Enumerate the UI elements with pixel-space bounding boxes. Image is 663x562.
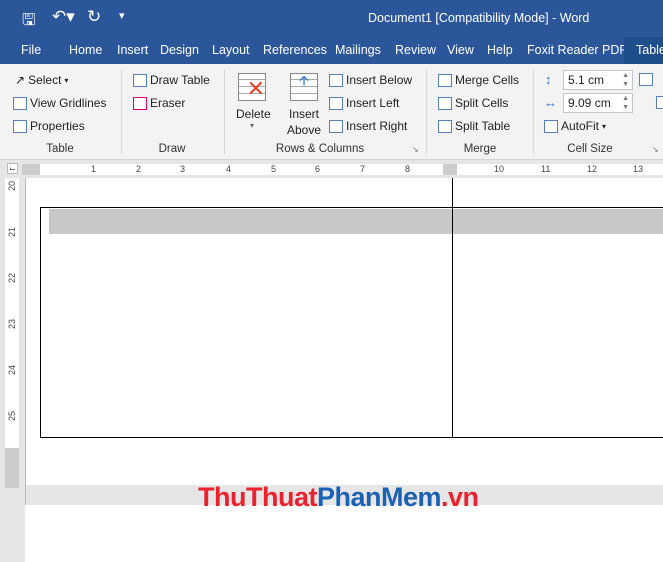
divider — [121, 70, 122, 154]
ruler-number: 5 — [271, 164, 277, 174]
tab-selector-icon[interactable]: ⌙ — [7, 163, 18, 174]
ruler-number: 1 — [91, 164, 97, 174]
vertical-ruler[interactable]: 20 21 22 23 24 25 — [5, 178, 19, 488]
column-width-input[interactable]: 9.09 cm ▲ ▼ — [563, 93, 633, 113]
group-draw-label: Draw — [158, 143, 186, 155]
ruler-number: 3 — [180, 164, 186, 174]
ruler-number: 20 — [7, 180, 18, 192]
tab-references[interactable]: References — [263, 43, 327, 57]
dialog-launcher-icon[interactable]: ↘ — [652, 145, 659, 154]
column-width-spinner[interactable]: ▲ ▼ — [622, 94, 629, 112]
group-cell-size-label: Cell Size — [567, 143, 613, 155]
ruler-number: 2 — [136, 164, 142, 174]
split-cells-icon — [438, 96, 452, 110]
gridlines-icon — [13, 96, 27, 110]
window-title: Document1 [Compatibility Mode] - Word — [368, 11, 590, 25]
draw-table-button[interactable]: Draw Table — [133, 73, 210, 87]
horizontal-ruler[interactable]: ⌙ 1 2 3 4 5 6 7 8 10 11 12 13 — [0, 160, 663, 178]
autofit-icon — [544, 119, 558, 133]
title-bar: 🖫 ↶▾ ↻ ▾ Document1 [Compatibility Mode] … — [0, 0, 663, 37]
tab-file[interactable]: File — [21, 43, 41, 57]
view-gridlines-button[interactable]: View Gridlines — [13, 96, 106, 110]
ruler-number: 22 — [7, 272, 18, 284]
row-height-icon: ↕ — [545, 72, 552, 87]
eraser-button[interactable]: Eraser — [133, 96, 185, 110]
ruler-margin-bottom — [5, 448, 19, 488]
split-table-button[interactable]: Split Table — [438, 119, 510, 133]
ruler-number: 6 — [315, 164, 321, 174]
save-icon[interactable]: 🖫 — [22, 9, 36, 36]
dialog-launcher-icon[interactable]: ↘ — [412, 145, 419, 154]
redo-icon[interactable]: ↻ — [87, 7, 101, 27]
insert-above-icon: 🡩 — [290, 73, 318, 101]
document-page[interactable] — [25, 178, 663, 485]
tab-table-layout[interactable]: Table — [624, 37, 663, 64]
insert-below-button[interactable]: Insert Below — [329, 73, 412, 87]
divider — [224, 70, 225, 154]
ruler-number: 8 — [405, 164, 411, 174]
divider — [426, 70, 427, 154]
tab-review[interactable]: Review — [395, 43, 436, 57]
tab-mailings[interactable]: Mailings — [335, 43, 381, 57]
merge-cells-button[interactable]: Merge Cells — [438, 73, 519, 87]
autofit-button[interactable]: AutoFit ▾ — [544, 119, 606, 133]
column-width-icon: ↔ — [544, 95, 557, 110]
insert-right-button[interactable]: Insert Right — [329, 119, 407, 133]
divider — [533, 70, 534, 154]
insert-below-icon — [329, 73, 343, 87]
insert-right-icon — [329, 119, 343, 133]
customize-qat-icon[interactable]: ▾ — [119, 9, 125, 22]
properties-icon — [13, 119, 27, 133]
insert-left-icon — [329, 96, 343, 110]
tab-help[interactable]: Help — [487, 43, 513, 57]
properties-button[interactable]: Properties — [13, 119, 85, 133]
watermark-logo: ThuThuatPhanMem.vn — [198, 482, 479, 512]
selected-row[interactable] — [49, 209, 663, 234]
ribbon: ↗ Select ▾ View Gridlines Properties Table… — [0, 64, 663, 160]
ruler-number: 10 — [494, 164, 505, 174]
split-table-icon — [438, 119, 452, 133]
ruler-number: 12 — [587, 164, 598, 174]
insert-left-button[interactable]: Insert Left — [329, 96, 399, 110]
ribbon-tabs: File Home Insert Design Layout Reference… — [0, 37, 663, 64]
table[interactable] — [40, 178, 663, 438]
delete-table-icon: ✕ — [238, 73, 266, 101]
ruler-number: 25 — [7, 410, 18, 422]
ruler-number: 23 — [7, 318, 18, 330]
tab-insert[interactable]: Insert — [117, 43, 148, 57]
column-marker[interactable] — [443, 164, 457, 175]
ruler-number: 11 — [541, 164, 551, 174]
tab-foxit[interactable]: Foxit Reader PDF — [527, 43, 627, 57]
distribute-rows-icon[interactable] — [639, 73, 653, 86]
insert-above-button[interactable]: 🡩 Insert Above — [285, 73, 323, 143]
ruler-number: 24 — [7, 364, 18, 376]
tab-layout[interactable]: Layout — [212, 43, 250, 57]
ruler-number: 7 — [360, 164, 366, 174]
column-border[interactable] — [452, 178, 453, 438]
tab-view[interactable]: View — [447, 43, 474, 57]
ruler-number: 13 — [633, 164, 644, 174]
select-button[interactable]: ↗ Select ▾ — [15, 73, 68, 87]
row-height-spinner[interactable]: ▲ ▼ — [622, 71, 629, 89]
tab-home[interactable]: Home — [69, 43, 102, 57]
ruler-strip — [40, 164, 663, 175]
split-cells-button[interactable]: Split Cells — [438, 96, 508, 110]
merge-cells-icon — [438, 73, 452, 87]
eraser-icon — [133, 96, 147, 110]
pencil-icon — [133, 73, 147, 87]
distribute-columns-icon[interactable] — [656, 96, 663, 109]
group-rows-columns-label: Rows & Columns — [275, 143, 365, 155]
ruler-number: 4 — [226, 164, 232, 174]
undo-icon[interactable]: ↶▾ — [52, 7, 75, 27]
tab-design[interactable]: Design — [160, 43, 199, 57]
group-merge-label: Merge — [463, 143, 497, 155]
ruler-number: 21 — [7, 226, 18, 238]
ruler-margin-left — [22, 164, 40, 175]
document-page-next[interactable] — [25, 505, 663, 562]
delete-button[interactable]: ✕ Delete ▾ — [236, 73, 271, 143]
group-table-label: Table — [46, 143, 74, 155]
cursor-icon: ↗ — [15, 73, 26, 87]
row-height-input[interactable]: 5.1 cm ▲ ▼ — [563, 70, 633, 90]
